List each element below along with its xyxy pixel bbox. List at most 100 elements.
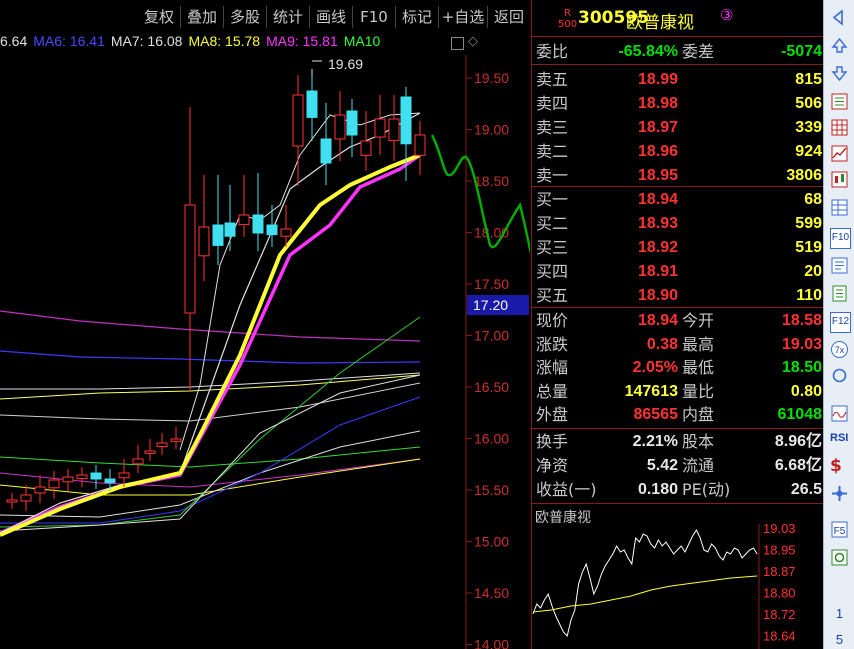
ask-price: 18.97 xyxy=(637,119,678,136)
intraday-mini-chart[interactable]: 19.03 18.95 18.87 18.80 18.72 18.64 xyxy=(531,524,823,649)
bid-row[interactable]: 买一 18.94 68 xyxy=(532,188,824,211)
cycle-icon[interactable] xyxy=(830,548,849,567)
candle-body xyxy=(90,472,102,480)
candle-body xyxy=(400,96,412,145)
f12-icon[interactable]: F12 xyxy=(830,312,851,333)
ask-row[interactable]: 卖二 18.96 924 xyxy=(532,140,824,163)
candle-body xyxy=(184,204,196,314)
f10-icon[interactable]: F10 xyxy=(830,228,851,249)
bid-volume: 519 xyxy=(795,239,822,256)
ask-row[interactable]: 卖五 18.99 815 xyxy=(532,68,824,91)
bid-row[interactable]: 买二 18.93 599 xyxy=(532,212,824,235)
seven-x-icon[interactable]: 7x xyxy=(830,340,849,359)
statistics-button[interactable]: 统计 xyxy=(267,6,310,28)
line-chart-icon[interactable] xyxy=(830,144,849,163)
candle-body xyxy=(292,94,304,147)
fundamental-row: 收益(一) 0.180 PE(动) 26.5 xyxy=(536,480,822,499)
svg-text:7x: 7x xyxy=(835,345,845,355)
wave-icon[interactable] xyxy=(830,404,849,423)
stock-header: R 500 300595 欧普康视 ③ xyxy=(532,0,824,36)
ma6-value: MA6: 16.41 xyxy=(33,33,105,49)
tool-sidebar: F10 F12 7x RSI $ F5 1 5 xyxy=(823,0,854,649)
ask-row[interactable]: 卖一 18.95 3806 xyxy=(532,164,824,187)
fundamental-row: 换手 2.21% 股本 8.96亿 xyxy=(536,432,822,451)
bid-row[interactable]: 买五 18.90 110 xyxy=(532,284,824,307)
bid-price: 18.92 xyxy=(637,239,678,256)
draw-line-button[interactable]: 画线 xyxy=(310,6,353,28)
candle-body xyxy=(238,214,250,226)
y-tick-label: 16.00 xyxy=(474,431,509,447)
ask-price: 18.98 xyxy=(637,95,678,112)
bid-volume: 110 xyxy=(796,287,822,304)
legend-toggle-icon[interactable] xyxy=(451,37,464,50)
overlay-button[interactable]: 叠加 xyxy=(181,6,224,28)
bid-volume: 20 xyxy=(804,263,822,280)
y-tick-label: 14.00 xyxy=(474,637,509,649)
ma8-value: MA8: 15.78 xyxy=(188,33,261,49)
ma5-value: 6.64 xyxy=(0,33,28,49)
bid-volume: 599 xyxy=(795,215,822,232)
cursor-icon[interactable] xyxy=(830,484,849,503)
mini-y-label: 18.95 xyxy=(763,543,796,558)
ask-volume: 506 xyxy=(795,95,822,112)
y-tick-label: 15.50 xyxy=(474,482,509,498)
mini-y-label: 18.80 xyxy=(763,586,796,601)
arrow-left-icon[interactable] xyxy=(830,8,849,27)
kline-chart[interactable]: 19.5019.0018.5018.0017.5017.0016.5016.00… xyxy=(0,55,530,649)
quote-row: 涨跌 0.38 最高 19.03 xyxy=(536,334,822,354)
dollar-icon[interactable]: $ xyxy=(830,456,849,476)
f5-icon[interactable]: F5 xyxy=(830,520,849,539)
fundamental-row: 净资 5.42 流通 6.68亿 xyxy=(536,456,822,475)
fuquan-button[interactable]: 复权 xyxy=(138,6,181,28)
candle-body xyxy=(252,214,264,234)
ask-volume: 3806 xyxy=(786,167,822,184)
ma9-value: MA9: 15.81 xyxy=(266,33,338,49)
candle-body xyxy=(132,458,144,465)
multi-stock-button[interactable]: 多股 xyxy=(224,6,267,28)
table-icon[interactable] xyxy=(830,198,849,217)
stock-name: 欧普康视 xyxy=(626,13,694,33)
refresh-icon[interactable] xyxy=(830,366,849,385)
svg-text:F5: F5 xyxy=(834,526,846,537)
grid-icon[interactable] xyxy=(830,118,849,137)
y-tick-label: 19.50 xyxy=(474,70,509,86)
bid-row[interactable]: 买四 18.91 20 xyxy=(532,260,824,283)
back-button[interactable]: 返回 xyxy=(488,6,530,28)
candle-body xyxy=(334,114,346,140)
arrow-up-icon[interactable] xyxy=(830,36,849,55)
list-icon[interactable] xyxy=(830,92,849,111)
add-watchlist-button[interactable]: +自选 xyxy=(439,6,488,28)
rsi-icon[interactable]: RSI xyxy=(830,432,849,451)
y-tick-label: 16.50 xyxy=(474,379,509,395)
ask-row[interactable]: 卖四 18.98 506 xyxy=(532,92,824,115)
candle-body xyxy=(388,118,400,142)
mini-y-label: 18.87 xyxy=(763,564,796,579)
chart-toolbar: 复权 叠加 多股 统计 画线 F10 标记 +自选 返回 xyxy=(0,0,530,32)
ask-row[interactable]: 卖三 18.97 339 xyxy=(532,116,824,139)
candle-body xyxy=(170,438,182,442)
mini-y-label: 18.72 xyxy=(763,607,796,622)
diamond-icon[interactable]: ◇ xyxy=(468,34,478,49)
ask-volume: 815 xyxy=(795,71,822,88)
candle-icon[interactable] xyxy=(830,170,849,189)
quote-row: 总量 147613 量比 0.80 xyxy=(536,381,822,401)
weibi-row: 委比 -65.84% 委差 -5074 xyxy=(536,42,822,61)
notes-icon[interactable] xyxy=(830,256,849,275)
ma10-value: MA10 xyxy=(343,33,381,49)
sidebar-number-1[interactable]: 1 xyxy=(824,606,854,621)
y-tick-label: 15.00 xyxy=(474,534,509,550)
mark-button[interactable]: 标记 xyxy=(396,6,439,28)
bid-price: 18.93 xyxy=(637,215,678,232)
candle-body xyxy=(414,134,426,156)
document-icon[interactable] xyxy=(830,284,849,303)
bid-row[interactable]: 买三 18.92 519 xyxy=(532,236,824,259)
ma7-value: MA7: 16.08 xyxy=(110,33,183,49)
ma-legend: 6.64 MA6: 16.41 MA7: 16.08 MA8: 15.78 MA9: 1… xyxy=(0,33,386,55)
sidebar-number-5[interactable]: 5 xyxy=(824,632,854,647)
f10-button[interactable]: F10 xyxy=(353,6,396,28)
candle-body xyxy=(104,478,116,484)
ask-volume: 924 xyxy=(795,143,822,160)
bid-volume: 68 xyxy=(804,191,822,208)
arrow-down-icon[interactable] xyxy=(830,64,849,83)
candle-body xyxy=(266,224,278,236)
